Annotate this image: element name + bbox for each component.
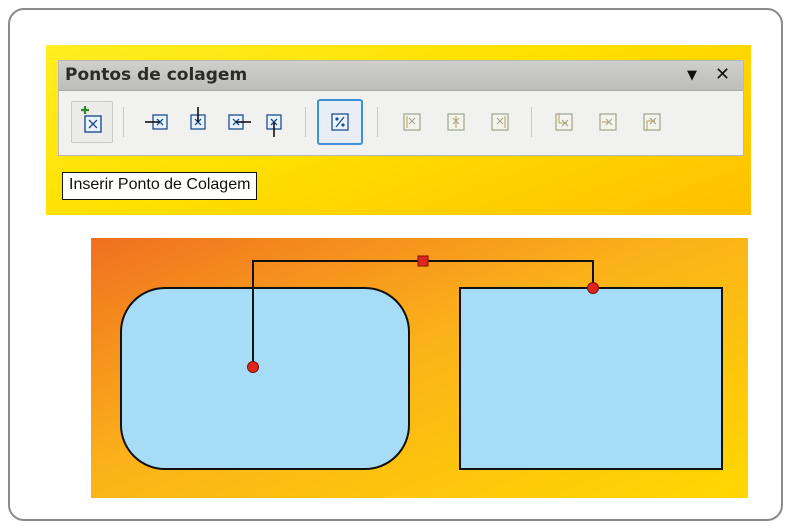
percent-icon <box>331 113 349 131</box>
glue-point-horizontal-right-button[interactable] <box>479 101 521 143</box>
glue-point-end[interactable] <box>587 282 599 294</box>
align-vertical-center-icon <box>599 113 617 131</box>
toolbar-button-row <box>59 91 743 155</box>
separator <box>531 107 532 137</box>
drawing-canvas[interactable] <box>91 238 748 498</box>
glue-point-vertical-bottom-button[interactable] <box>631 101 673 143</box>
glue-point-horizontal-left-button[interactable] <box>391 101 433 143</box>
align-horizontal-center-icon <box>447 113 465 131</box>
separator <box>123 107 124 137</box>
rectangle-shape[interactable] <box>459 287 723 470</box>
separator <box>305 107 306 137</box>
connector-handle[interactable] <box>417 255 429 267</box>
glue-point-start[interactable] <box>247 361 259 373</box>
exit-direction-right-button[interactable] <box>215 101 257 143</box>
exit-direction-left-button[interactable] <box>139 101 181 143</box>
separator <box>377 107 378 137</box>
insert-glue-point-button[interactable] <box>71 101 113 143</box>
align-vertical-top-icon <box>555 113 573 131</box>
glue-point-relative-button[interactable] <box>317 99 363 145</box>
exit-direction-bottom-icon <box>266 114 282 137</box>
toolbar-title: Pontos de colagem <box>65 65 248 85</box>
toolbar-close-icon[interactable]: ✕ <box>715 64 730 85</box>
toolbar-menu-arrow-icon[interactable]: ▼ <box>687 68 697 83</box>
glue-point-vertical-center-button[interactable] <box>587 101 629 143</box>
rounded-rectangle-shape[interactable] <box>120 287 410 470</box>
exit-direction-top-icon <box>190 107 206 130</box>
glue-points-toolbar: Pontos de colagem ▼ ✕ <box>58 60 744 156</box>
toolbar-titlebar[interactable]: Pontos de colagem ▼ ✕ <box>59 61 743 91</box>
exit-direction-top-button[interactable] <box>177 101 219 143</box>
align-horizontal-right-icon <box>491 113 509 131</box>
exit-direction-left-icon <box>145 114 168 130</box>
align-horizontal-left-icon <box>403 113 421 131</box>
glue-point-vertical-top-button[interactable] <box>543 101 585 143</box>
insert-glue-point-icon <box>81 106 102 133</box>
tooltip: Inserir Ponto de Colagem <box>62 172 258 200</box>
glue-point-horizontal-center-button[interactable] <box>435 101 477 143</box>
exit-direction-right-icon <box>228 114 251 130</box>
align-vertical-bottom-icon <box>643 113 661 131</box>
exit-direction-bottom-button[interactable] <box>253 101 295 143</box>
